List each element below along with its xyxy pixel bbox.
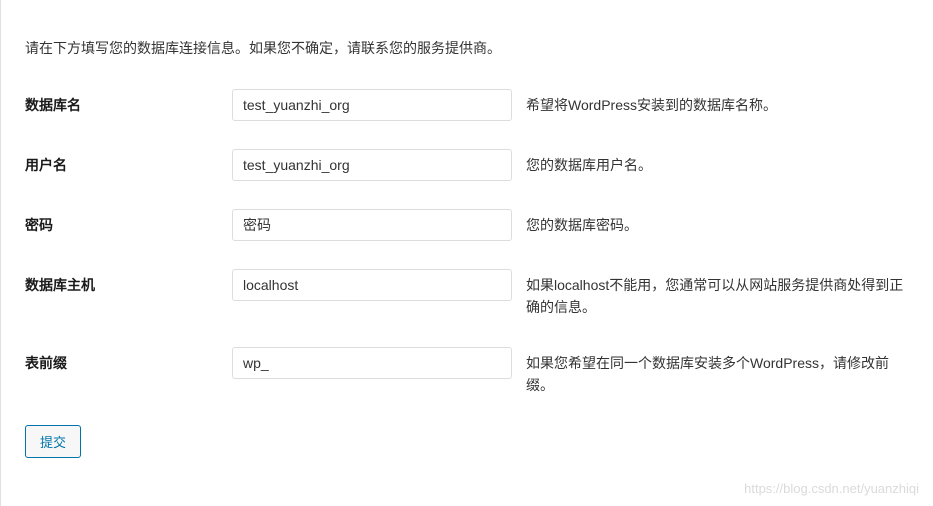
label-dbhost: 数据库主机 xyxy=(25,269,232,295)
label-username: 用户名 xyxy=(25,149,232,175)
help-prefix: 如果您希望在同一个数据库安装多个WordPress，请修改前缀。 xyxy=(526,347,909,397)
input-wrap-dbname xyxy=(232,89,512,121)
help-password: 您的数据库密码。 xyxy=(526,209,909,236)
watermark-text: https://blog.csdn.net/yuanzhiqi xyxy=(744,481,919,496)
input-username[interactable] xyxy=(232,149,512,181)
input-wrap-prefix xyxy=(232,347,512,379)
field-row-prefix: 表前缀 如果您希望在同一个数据库安装多个WordPress，请修改前缀。 xyxy=(25,347,909,397)
field-row-username: 用户名 您的数据库用户名。 xyxy=(25,149,909,181)
intro-text: 请在下方填写您的数据库连接信息。如果您不确定，请联系您的服务提供商。 xyxy=(25,38,909,59)
input-dbname[interactable] xyxy=(232,89,512,121)
help-dbname: 希望将WordPress安装到的数据库名称。 xyxy=(526,89,909,116)
field-row-password: 密码 您的数据库密码。 xyxy=(25,209,909,241)
input-wrap-password xyxy=(232,209,512,241)
label-prefix: 表前缀 xyxy=(25,347,232,373)
label-dbname: 数据库名 xyxy=(25,89,232,115)
input-wrap-username xyxy=(232,149,512,181)
label-password: 密码 xyxy=(25,209,232,235)
input-password[interactable] xyxy=(232,209,512,241)
field-row-dbhost: 数据库主机 如果localhost不能用，您通常可以从网站服务提供商处得到正确的… xyxy=(25,269,909,319)
input-dbhost[interactable] xyxy=(232,269,512,301)
submit-wrap: 提交 xyxy=(25,425,909,458)
input-prefix[interactable] xyxy=(232,347,512,379)
help-dbhost: 如果localhost不能用，您通常可以从网站服务提供商处得到正确的信息。 xyxy=(526,269,909,319)
db-setup-form: 请在下方填写您的数据库连接信息。如果您不确定，请联系您的服务提供商。 数据库名 … xyxy=(1,0,933,482)
help-username: 您的数据库用户名。 xyxy=(526,149,909,176)
field-row-dbname: 数据库名 希望将WordPress安装到的数据库名称。 xyxy=(25,89,909,121)
submit-button[interactable]: 提交 xyxy=(25,425,81,458)
input-wrap-dbhost xyxy=(232,269,512,301)
